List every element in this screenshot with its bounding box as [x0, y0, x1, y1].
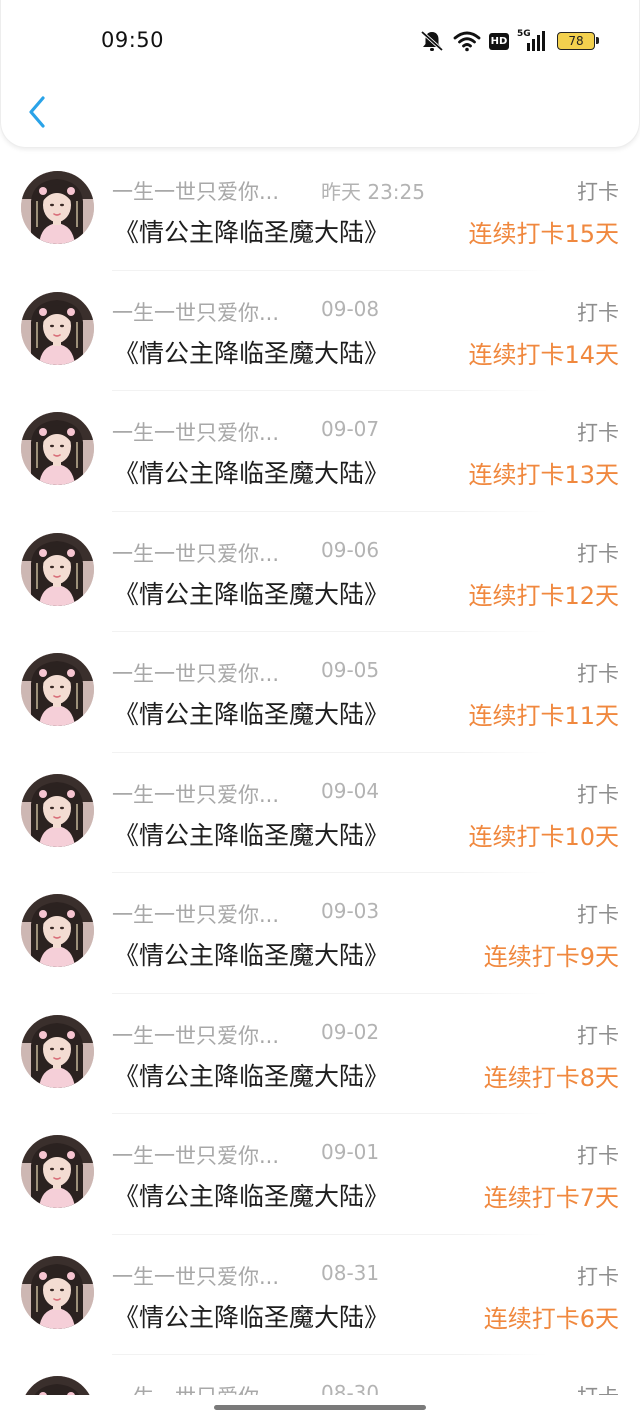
- chevron-left-icon: [29, 96, 45, 128]
- checkin-list[interactable]: 一生一世只爱你... 昨天 23:25 打卡 《情公主降临圣魔大陆》 连续打卡1…: [0, 150, 640, 1395]
- user-avatar[interactable]: [21, 291, 94, 365]
- checkin-type: 打卡: [577, 662, 619, 686]
- checkin-type: 打卡: [577, 1381, 619, 1395]
- checkin-time: 09-08: [321, 296, 380, 321]
- wifi-icon: [453, 30, 481, 52]
- checkin-type: 打卡: [577, 300, 619, 325]
- user-avatar[interactable]: [21, 1135, 94, 1208]
- checkin-time: 09-07: [321, 417, 380, 441]
- book-title[interactable]: 《情公主降临圣魔大陆》: [114, 1177, 389, 1213]
- checkin-time: 08-31: [321, 1260, 380, 1285]
- signal-icon: 5G: [517, 29, 549, 53]
- streak-count: 连续打卡8天: [483, 1063, 619, 1092]
- battery-icon: 78: [557, 32, 599, 50]
- user-avatar[interactable]: [21, 171, 94, 244]
- user-name: 一生一世只爱你...: [112, 421, 280, 445]
- checkin-type: 打卡: [577, 541, 619, 566]
- checkin-row[interactable]: 一生一世只爱你... 08-31 打卡 《情公主降临圣魔大陆》 连续打卡6天: [0, 1235, 640, 1355]
- user-name: 一生一世只爱你...: [112, 782, 280, 807]
- checkin-type: 打卡: [577, 1023, 619, 1048]
- user-name: 一生一世只爱你...: [112, 1144, 280, 1168]
- checkin-type: 打卡: [577, 1264, 619, 1289]
- user-name: 一生一世只爱你...: [112, 662, 280, 686]
- user-name: 一生一世只爱你...: [112, 541, 280, 566]
- top-bar: 09:50 HD 5G 78: [0, 0, 640, 148]
- user-avatar[interactable]: [21, 773, 94, 847]
- book-title[interactable]: 《情公主降临圣魔大陆》: [114, 213, 389, 249]
- checkin-row[interactable]: 一生一世只爱你... 09-02 打卡 《情公主降临圣魔大陆》 连续打卡8天: [0, 994, 640, 1114]
- checkin-time: 09-02: [321, 1019, 380, 1044]
- checkin-type: 打卡: [577, 421, 619, 445]
- book-title[interactable]: 《情公主降临圣魔大陆》: [114, 695, 389, 731]
- book-title[interactable]: 《情公主降临圣魔大陆》: [114, 816, 389, 852]
- user-avatar[interactable]: [21, 1255, 94, 1329]
- streak-count: 连续打卡7天: [483, 1184, 619, 1212]
- checkin-history-screen: 09:50 HD 5G 78 一生一世只爱你... 昨天 23:25 打卡 《情…: [0, 0, 640, 1423]
- user-avatar[interactable]: [21, 1376, 94, 1395]
- checkin-row[interactable]: 一生一世只爱你... 09-06 打卡 《情公主降临圣魔大陆》 连续打卡12天: [0, 512, 640, 632]
- checkin-row[interactable]: 一生一世只爱你... 09-05 打卡 《情公主降临圣魔大陆》 连续打卡11天: [0, 632, 640, 753]
- back-button[interactable]: [19, 92, 55, 132]
- hd-icon: HD: [489, 32, 509, 50]
- checkin-type: 打卡: [577, 180, 619, 204]
- book-title[interactable]: 《情公主降临圣魔大陆》: [114, 334, 389, 370]
- user-name: 一生一世只爱你...: [112, 300, 280, 325]
- book-title[interactable]: 《情公主降临圣魔大陆》: [114, 1298, 389, 1334]
- home-indicator[interactable]: [214, 1405, 426, 1410]
- user-avatar[interactable]: [21, 532, 94, 606]
- user-avatar[interactable]: [21, 1014, 94, 1088]
- book-title[interactable]: 《情公主降临圣魔大陆》: [114, 936, 389, 972]
- streak-count: 连续打卡12天: [468, 581, 619, 610]
- checkin-time: 09-01: [321, 1140, 380, 1164]
- checkin-row[interactable]: 一生一世只爱你... 08-30 打卡: [0, 1355, 640, 1395]
- checkin-row[interactable]: 一生一世只爱你... 09-04 打卡 《情公主降临圣魔大陆》 连续打卡10天: [0, 753, 640, 873]
- user-avatar[interactable]: [21, 412, 94, 485]
- book-title[interactable]: 《情公主降临圣魔大陆》: [114, 454, 389, 490]
- status-icons: HD 5G 78: [419, 26, 599, 56]
- checkin-time: 09-03: [321, 899, 380, 923]
- checkin-row[interactable]: 一生一世只爱你... 09-08 打卡 《情公主降临圣魔大陆》 连续打卡14天: [0, 271, 640, 391]
- book-title[interactable]: 《情公主降临圣魔大陆》: [114, 1057, 389, 1093]
- checkin-type: 打卡: [577, 903, 619, 927]
- checkin-time: 09-05: [321, 658, 380, 682]
- mute-bell-icon: [419, 29, 445, 53]
- streak-count: 连续打卡10天: [468, 822, 619, 851]
- streak-count: 连续打卡9天: [483, 943, 619, 971]
- checkin-row[interactable]: 一生一世只爱你... 09-03 打卡 《情公主降临圣魔大陆》 连续打卡9天: [0, 873, 640, 994]
- streak-count: 连续打卡14天: [468, 340, 619, 369]
- checkin-time: 昨天 23:25: [321, 180, 425, 204]
- book-title[interactable]: 《情公主降临圣魔大陆》: [114, 575, 389, 611]
- checkin-row[interactable]: 一生一世只爱你... 09-07 打卡 《情公主降临圣魔大陆》 连续打卡13天: [0, 391, 640, 512]
- user-name: 一生一世只爱你...: [112, 1023, 280, 1048]
- user-name: 一生一世只爱你...: [112, 180, 280, 204]
- streak-count: 连续打卡11天: [468, 702, 619, 730]
- user-name: 一生一世只爱你...: [112, 1264, 280, 1289]
- checkin-type: 打卡: [577, 782, 619, 807]
- checkin-time: 08-30: [321, 1381, 380, 1395]
- checkin-type: 打卡: [577, 1144, 619, 1168]
- user-name: 一生一世只爱你...: [112, 903, 280, 927]
- status-time: 09:50: [101, 28, 165, 52]
- checkin-row[interactable]: 一生一世只爱你... 09-01 打卡 《情公主降临圣魔大陆》 连续打卡7天: [0, 1114, 640, 1235]
- streak-count: 连续打卡15天: [468, 220, 619, 248]
- user-name: 一生一世只爱你...: [112, 1381, 302, 1395]
- battery-level: 78: [568, 34, 584, 48]
- checkin-time: 09-06: [321, 537, 380, 562]
- streak-count: 连续打卡13天: [468, 461, 619, 489]
- streak-count: 连续打卡6天: [483, 1304, 619, 1333]
- checkin-time: 09-04: [321, 778, 380, 803]
- user-avatar[interactable]: [21, 653, 94, 726]
- user-avatar[interactable]: [21, 894, 94, 967]
- checkin-row[interactable]: 一生一世只爱你... 昨天 23:25 打卡 《情公主降临圣魔大陆》 连续打卡1…: [0, 150, 640, 271]
